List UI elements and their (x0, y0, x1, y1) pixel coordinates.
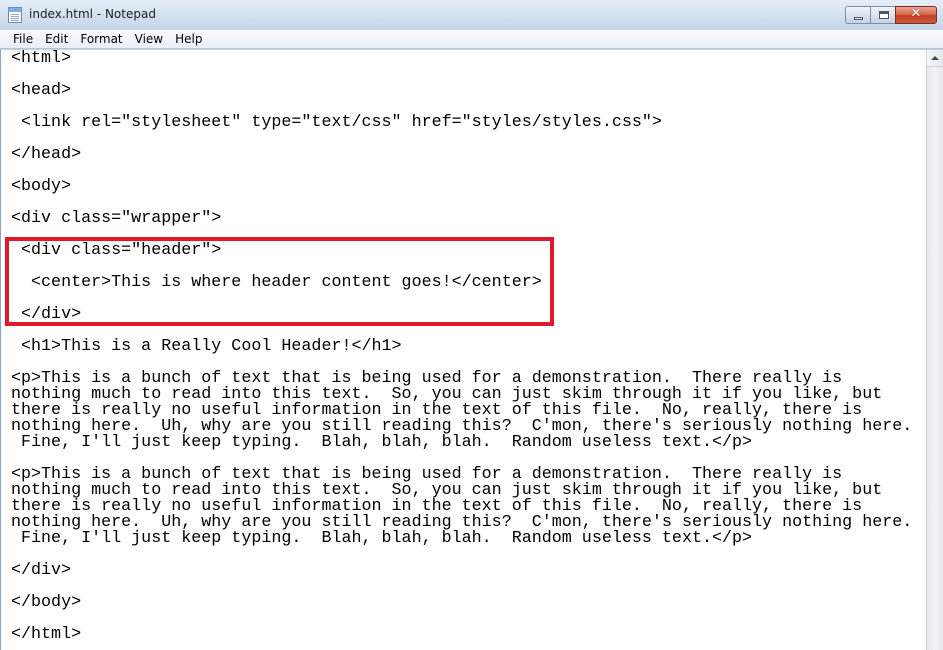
minimize-button[interactable] (845, 6, 871, 24)
text-line[interactable] (11, 131, 912, 147)
text-line[interactable]: <div class="header"> (11, 242, 912, 259)
text-line[interactable]: <link rel="stylesheet" type="text/css" h… (11, 114, 912, 131)
text-line[interactable]: <div class="wrapper"> (11, 210, 912, 227)
text-line[interactable] (11, 611, 912, 627)
close-button[interactable]: ✕ (895, 6, 937, 24)
maximize-icon (879, 11, 889, 19)
text-line[interactable]: <body> (11, 178, 912, 195)
text-line[interactable]: Fine, I'll just keep typing. Blah, blah,… (11, 530, 912, 547)
text-line[interactable]: <head> (11, 82, 912, 99)
menu-format[interactable]: Format (74, 30, 128, 48)
menu-file[interactable]: File (7, 30, 39, 48)
document-text[interactable]: <html> <head> <link rel="stylesheet" type… (11, 50, 912, 643)
text-line[interactable]: <h1>This is a Really Cool Header!</h1> (11, 338, 912, 355)
text-line[interactable]: <center>This is where header content goe… (11, 274, 912, 291)
text-editor[interactable]: <html> <head> <link rel="stylesheet" type… (0, 50, 926, 650)
text-line[interactable] (11, 291, 912, 307)
caption-buttons: ✕ (845, 6, 937, 25)
close-icon: ✕ (910, 6, 922, 21)
title-bar[interactable]: index.html - Notepad ✕ (0, 0, 943, 30)
vertical-scrollbar[interactable] (926, 50, 943, 650)
text-line[interactable] (11, 579, 912, 595)
menu-edit[interactable]: Edit (39, 30, 74, 48)
text-line[interactable]: </html> (11, 626, 912, 643)
text-line[interactable]: </div> (11, 306, 912, 323)
text-line[interactable] (11, 163, 912, 179)
maximize-button[interactable] (870, 6, 896, 24)
notepad-icon[interactable] (8, 7, 22, 23)
minimize-icon (854, 17, 863, 20)
scroll-up-arrow-icon (931, 56, 939, 60)
text-line[interactable]: </div> (11, 562, 912, 579)
text-line[interactable]: Fine, I'll just keep typing. Blah, blah,… (11, 434, 912, 451)
text-line[interactable] (11, 547, 912, 563)
scroll-up-button[interactable] (927, 50, 943, 67)
menu-view[interactable]: View (129, 30, 169, 48)
text-line[interactable]: </head> (11, 146, 912, 163)
text-line[interactable]: </body> (11, 594, 912, 611)
text-line[interactable] (11, 67, 912, 83)
menu-bar: File Edit Format View Help (0, 30, 943, 49)
text-line[interactable]: <html> (11, 50, 912, 67)
menu-help[interactable]: Help (169, 30, 208, 48)
notepad-window: index.html - Notepad ✕ File Edit Format … (0, 0, 943, 650)
window-title: index.html - Notepad (29, 7, 156, 21)
